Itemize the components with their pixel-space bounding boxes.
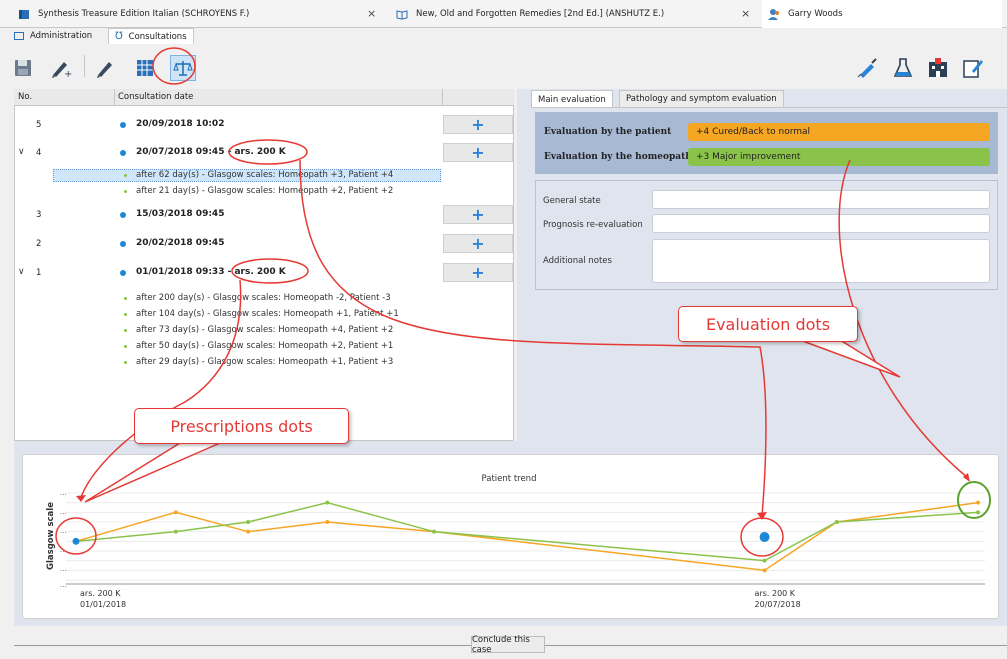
y-tick-label: ...	[60, 581, 67, 589]
conclude-case-button[interactable]: Conclude this case	[471, 635, 545, 655]
series-point-patient[interactable]	[173, 510, 178, 515]
series-point-homeopath[interactable]	[762, 558, 767, 563]
evaluation-dots-callout: Evaluation dots	[678, 306, 858, 342]
series-point-patient[interactable]	[762, 568, 767, 573]
x-tick-label: 01/01/2018	[80, 600, 126, 609]
prescriptions-dots-callout: Prescriptions dots	[134, 408, 349, 444]
y-tick-label: ...	[60, 546, 67, 554]
series-point-homeopath[interactable]	[325, 500, 330, 505]
series-point-homeopath[interactable]	[432, 529, 437, 534]
x-tick-label: ars. 200 K	[755, 589, 796, 598]
series-point-homeopath[interactable]	[976, 510, 980, 515]
x-tick-label: ars. 200 K	[80, 589, 121, 598]
x-labels: ars. 200 K 01/01/2018 ars. 200 K 20/07/2018	[80, 589, 801, 609]
series-point-homeopath[interactable]	[173, 529, 178, 534]
prescription-point[interactable]	[72, 537, 80, 545]
x-tick-label: 20/07/2018	[755, 600, 801, 609]
y-tick-labels: ..................	[60, 489, 67, 589]
series-point-homeopath[interactable]	[834, 520, 839, 524]
series-point-patient[interactable]	[976, 500, 980, 505]
series-layer	[72, 500, 980, 573]
y-tick-label: ...	[60, 508, 67, 516]
chart-title: Patient trend	[482, 474, 537, 484]
y-tick-label: ...	[60, 527, 67, 535]
chart-grid	[66, 492, 985, 585]
series-point-patient[interactable]	[325, 520, 330, 524]
prescription-point[interactable]	[759, 532, 770, 542]
chart-y-label: Glasgow scale	[46, 502, 56, 570]
y-tick-label: ...	[60, 565, 67, 573]
series-point-homeopath[interactable]	[246, 520, 251, 524]
y-tick-label: ...	[60, 489, 67, 497]
series-point-patient[interactable]	[246, 529, 251, 534]
